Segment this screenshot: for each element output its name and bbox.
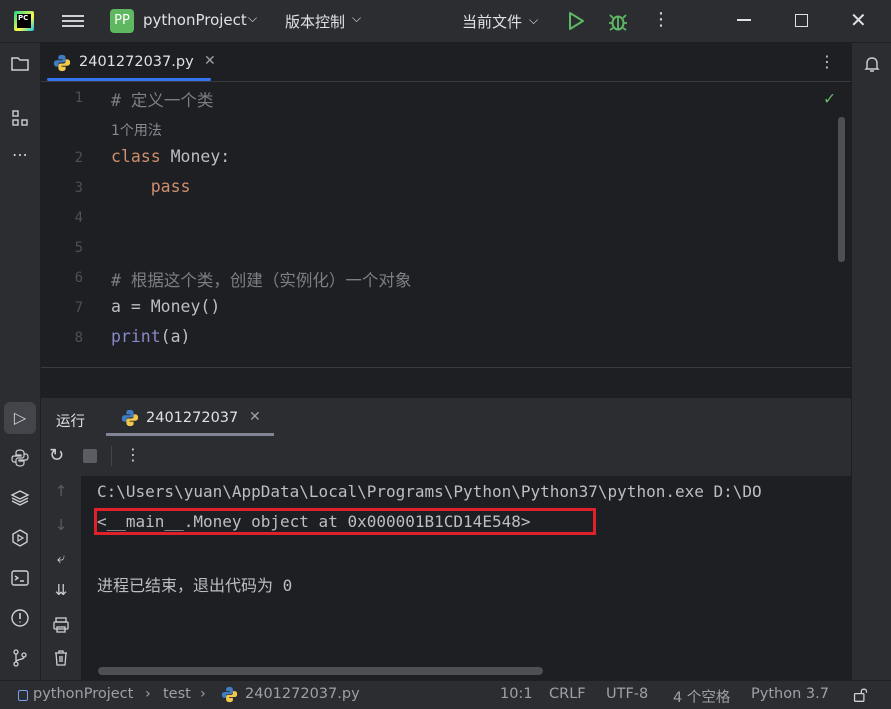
status-bar: pythonProject › test › 2401272037.py 10:… [0, 680, 891, 709]
run-toolbar: ↻ ⋮ [41, 436, 851, 476]
module-icon [18, 690, 28, 701]
line-number: 6 [74, 270, 83, 286]
line-number: 4 [74, 210, 83, 226]
stop-icon[interactable] [83, 449, 97, 463]
python-icon [221, 686, 238, 703]
maximize-icon[interactable] [795, 14, 808, 27]
chevron-down-icon[interactable]: ⌵ [352, 11, 361, 26]
tab-label: 2401272037.py [79, 54, 194, 70]
console-output[interactable]: C:\Users\yuan\AppData\Local\Programs\Pyt… [81, 476, 851, 666]
code-line: # 根据这个类，创建（实例化）一个对象 [111, 271, 412, 290]
python-icon [121, 409, 139, 427]
trash-icon[interactable] [51, 648, 71, 666]
debug-icon[interactable] [607, 10, 629, 32]
run-panel-title: 运行 [56, 414, 85, 430]
arrow-down-icon[interactable]: ↓ [51, 516, 71, 534]
arrow-up-icon[interactable]: ↑ [51, 482, 71, 500]
python-console-icon[interactable] [10, 448, 30, 468]
more-icon[interactable]: ⋮ [819, 52, 835, 71]
console-line: 进程已结束，退出代码为 0 [97, 576, 293, 595]
print-icon[interactable] [51, 616, 71, 634]
code-line: print(a) [111, 327, 191, 346]
bell-icon[interactable] [862, 54, 882, 74]
line-number: 8 [74, 330, 83, 346]
chevron-down-icon[interactable]: ⌵ [248, 11, 257, 26]
breadcrumb-file[interactable]: 2401272037.py [245, 686, 360, 702]
chevron-down-icon[interactable]: ⌵ [529, 13, 538, 28]
indent-setting[interactable]: 4 个空格 [673, 686, 730, 707]
project-badge[interactable]: PP [110, 9, 134, 33]
console-gutter: ↑ ↓ ⤶ ⇊ [41, 476, 81, 680]
close-icon[interactable]: ✕ [850, 8, 867, 32]
vertical-scrollbar[interactable] [838, 117, 845, 262]
vcs-menu[interactable]: 版本控制 [285, 11, 345, 32]
more-icon[interactable]: ⋯ [10, 145, 30, 165]
horizontal-scrollbar[interactable] [98, 667, 543, 675]
line-number: 1 [74, 90, 83, 106]
breadcrumb-project[interactable]: pythonProject [33, 686, 133, 702]
pycharm-logo[interactable]: PC [14, 11, 34, 31]
editor-tab-bar: 2401272037.py ✕ ⋮ [41, 43, 851, 82]
services-icon[interactable] [10, 528, 30, 548]
line-number: 5 [74, 240, 83, 256]
interpreter[interactable]: Python 3.7 [751, 686, 829, 702]
line-number: 7 [74, 300, 83, 316]
minimize-icon[interactable] [737, 19, 751, 21]
run-icon[interactable] [566, 11, 586, 31]
breadcrumb-separator: › [145, 686, 151, 702]
line-separator[interactable]: CRLF [549, 686, 586, 702]
python-icon [53, 54, 71, 72]
close-tab-icon[interactable]: ✕ [249, 409, 261, 425]
main-menu-icon[interactable] [62, 12, 84, 30]
file-encoding[interactable]: UTF-8 [606, 686, 648, 702]
right-tool-strip [851, 43, 891, 680]
run-config-selector[interactable]: 当前文件 [462, 11, 522, 32]
project-name[interactable]: pythonProject [143, 11, 247, 29]
tab-2401272037-py[interactable]: 2401272037.py ✕ [47, 43, 216, 81]
breadcrumb-separator: › [200, 686, 206, 702]
more-icon[interactable]: ⋮ [652, 9, 670, 30]
rerun-icon[interactable]: ↻ [49, 445, 64, 466]
title-bar: PC PP pythonProject ⌵ 版本控制 ⌵ 当前文件 ⌵ ⋮ ✕ [0, 0, 891, 43]
code-line: a = Money() [111, 297, 221, 316]
wrap-icon[interactable]: ⤶ [51, 549, 71, 567]
run-panel-header: 运行 2401272037 ✕ [41, 398, 851, 436]
code-line: # 定义一个类 [111, 91, 214, 110]
lock-icon[interactable] [852, 686, 869, 703]
terminal-icon[interactable] [10, 568, 30, 588]
more-icon[interactable]: ⋮ [125, 445, 141, 464]
toolbar-divider [111, 446, 112, 466]
check-icon[interactable]: ✓ [824, 88, 835, 109]
active-tab-indicator [47, 78, 211, 81]
structure-icon[interactable] [10, 108, 30, 128]
code-editor[interactable]: 1 # 定义一个类 1个用法 2 class Money: 3 pass 4 5… [41, 82, 851, 367]
close-tab-icon[interactable]: ✕ [204, 53, 216, 69]
git-icon[interactable] [10, 648, 30, 668]
line-number: 2 [74, 150, 83, 166]
problems-icon[interactable] [10, 608, 30, 628]
layers-icon[interactable] [10, 488, 30, 508]
run-tab-label[interactable]: 2401272037 [146, 410, 238, 426]
run-tool-icon[interactable]: ▷ [4, 402, 36, 434]
run-panel: 运行 2401272037 ✕ ↻ ⋮ ↑ ↓ ⤶ ⇊ C:\Users\yua… [41, 398, 851, 680]
code-line: class Money: [111, 147, 231, 166]
console-line: C:\Users\yuan\AppData\Local\Programs\Pyt… [97, 482, 762, 501]
line-number: 3 [74, 180, 83, 196]
usage-hint[interactable]: 1个用法 [111, 120, 162, 140]
panel-divider[interactable] [41, 367, 851, 398]
breadcrumb-folder[interactable]: test [163, 686, 191, 702]
scroll-end-icon[interactable]: ⇊ [51, 581, 71, 599]
highlight-box [94, 508, 596, 535]
folder-icon[interactable] [10, 54, 30, 74]
code-line: pass [150, 177, 191, 196]
caret-position[interactable]: 10:1 [500, 686, 533, 702]
left-tool-strip: ⋯ ▷ [0, 43, 41, 680]
